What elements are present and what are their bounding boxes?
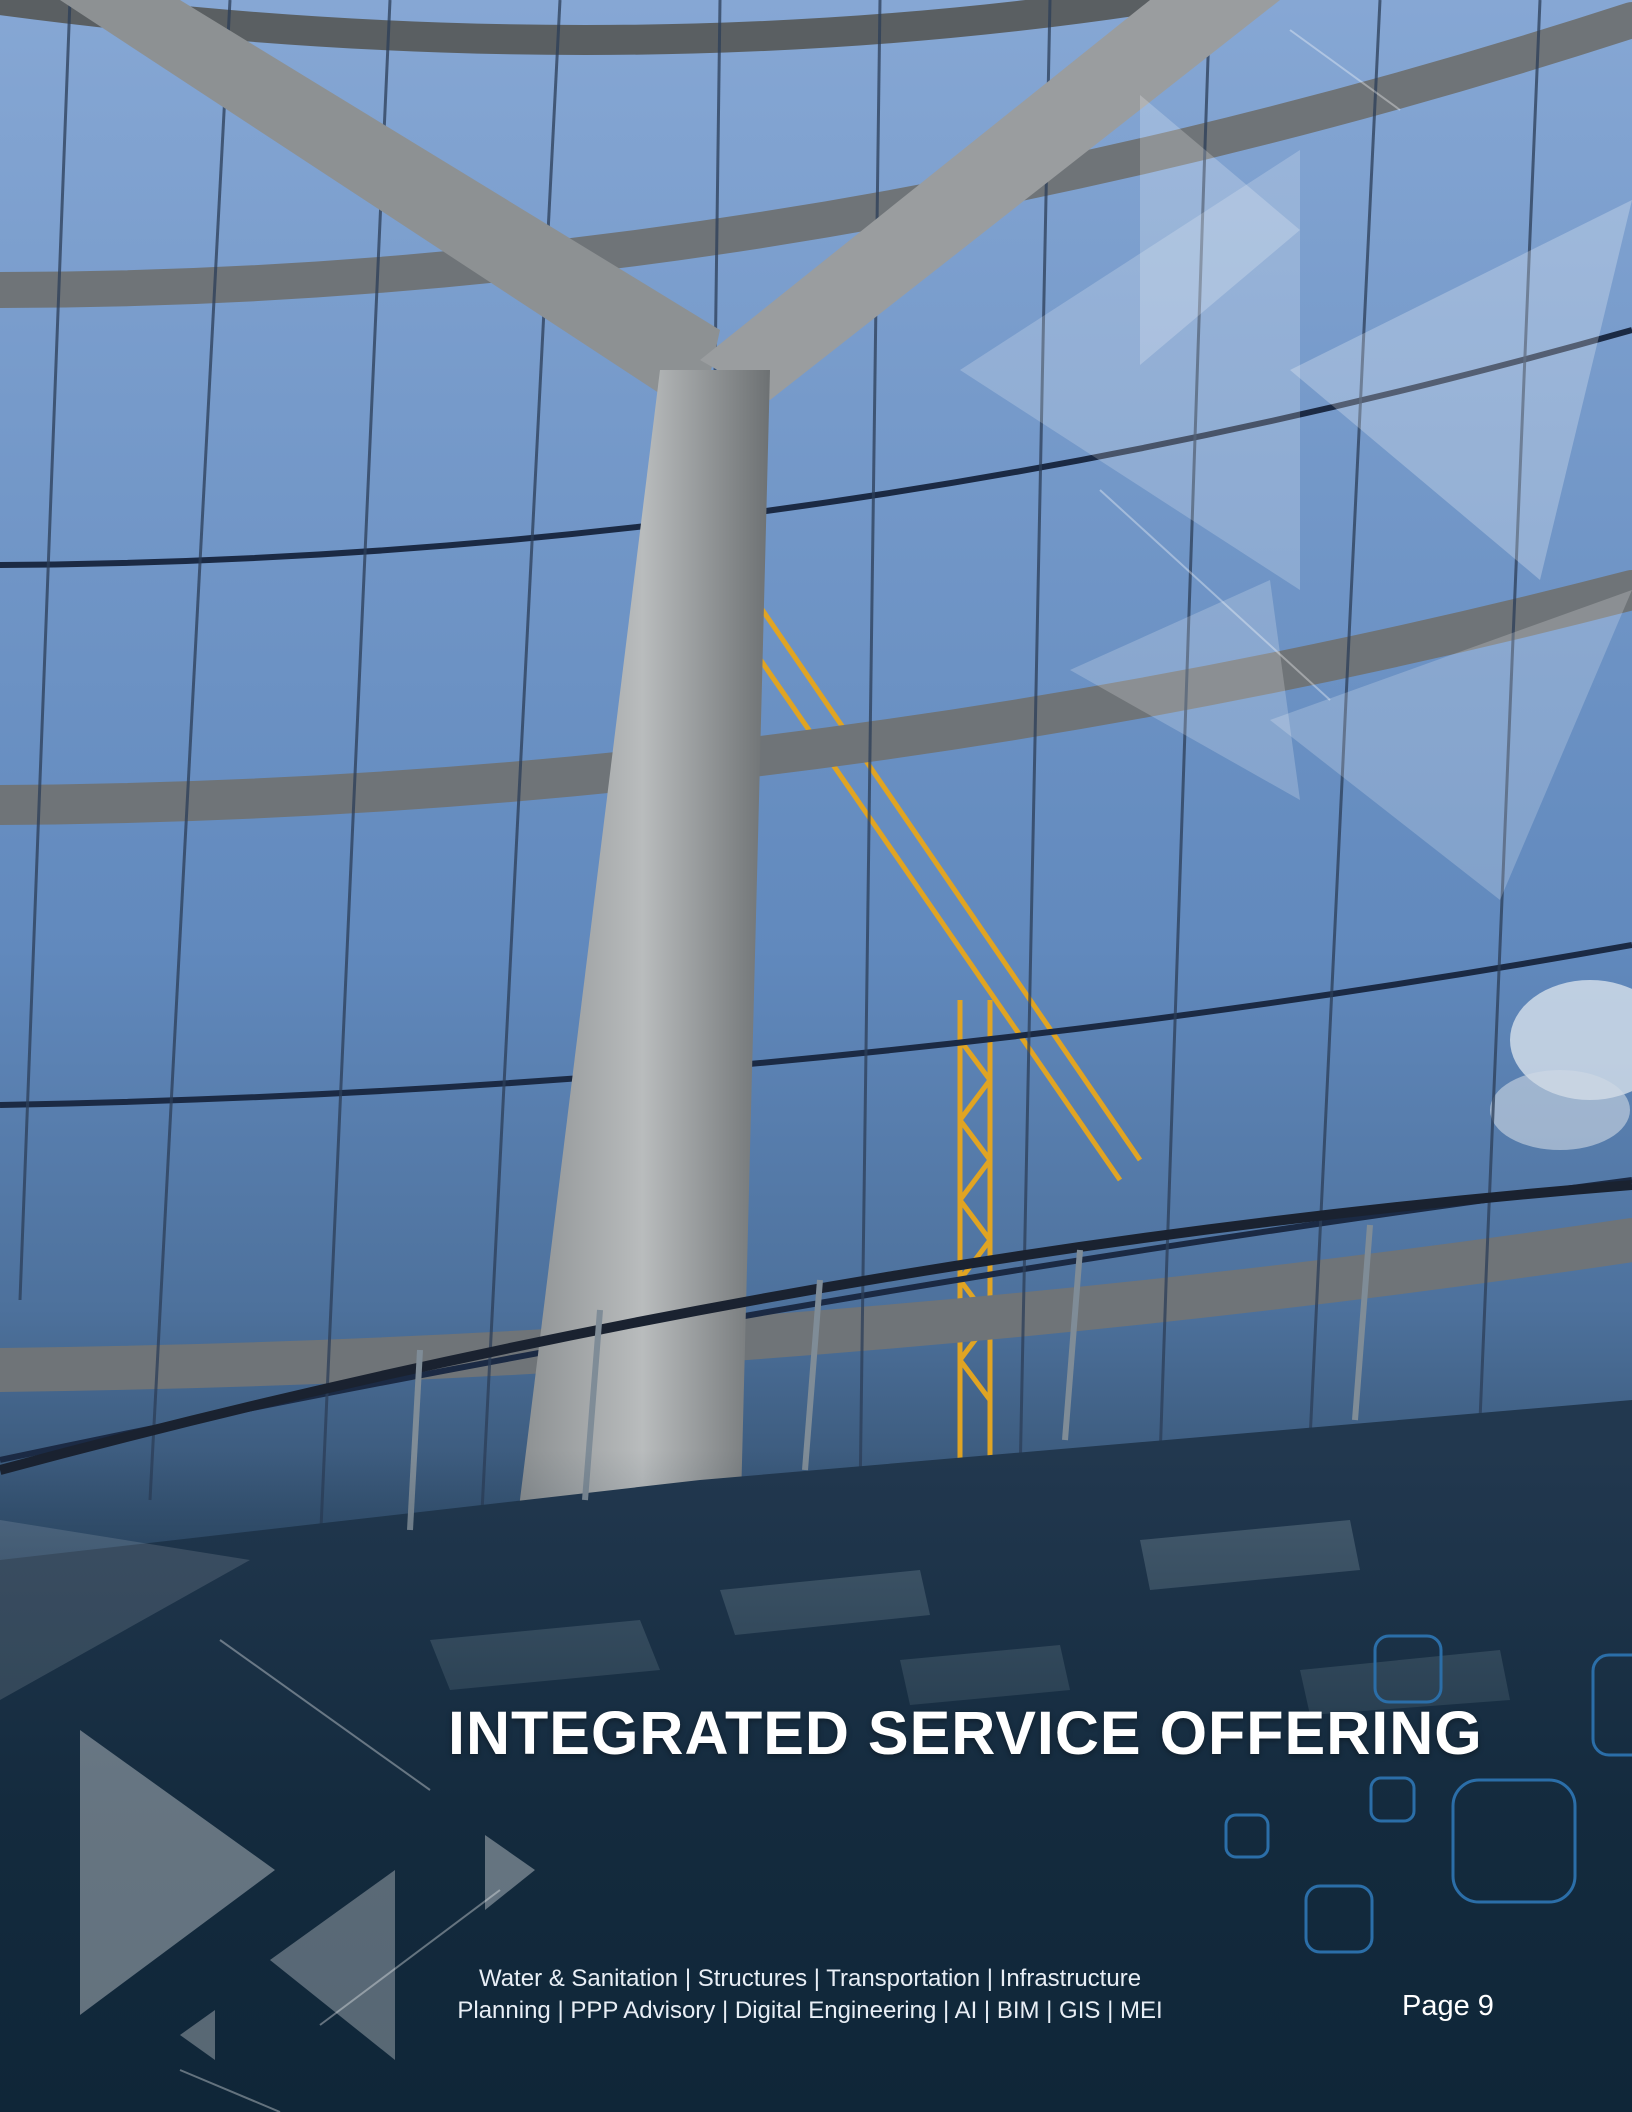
service-list-line-2: Planning | PPP Advisory | Digital Engine…: [457, 1997, 1163, 2024]
page-title: INTEGRATED SERVICE OFFERING: [448, 1699, 1483, 1767]
document-page: INTEGRATED SERVICE OFFERING Water & Sani…: [0, 0, 1632, 2112]
cover-photo: [0, 0, 1632, 2112]
service-list: Water & Sanitation | Structures | Transp…: [400, 1963, 1220, 2027]
service-list-line-1: Water & Sanitation | Structures | Transp…: [478, 1965, 1142, 1992]
page-number: Page 9: [1402, 1990, 1494, 2022]
